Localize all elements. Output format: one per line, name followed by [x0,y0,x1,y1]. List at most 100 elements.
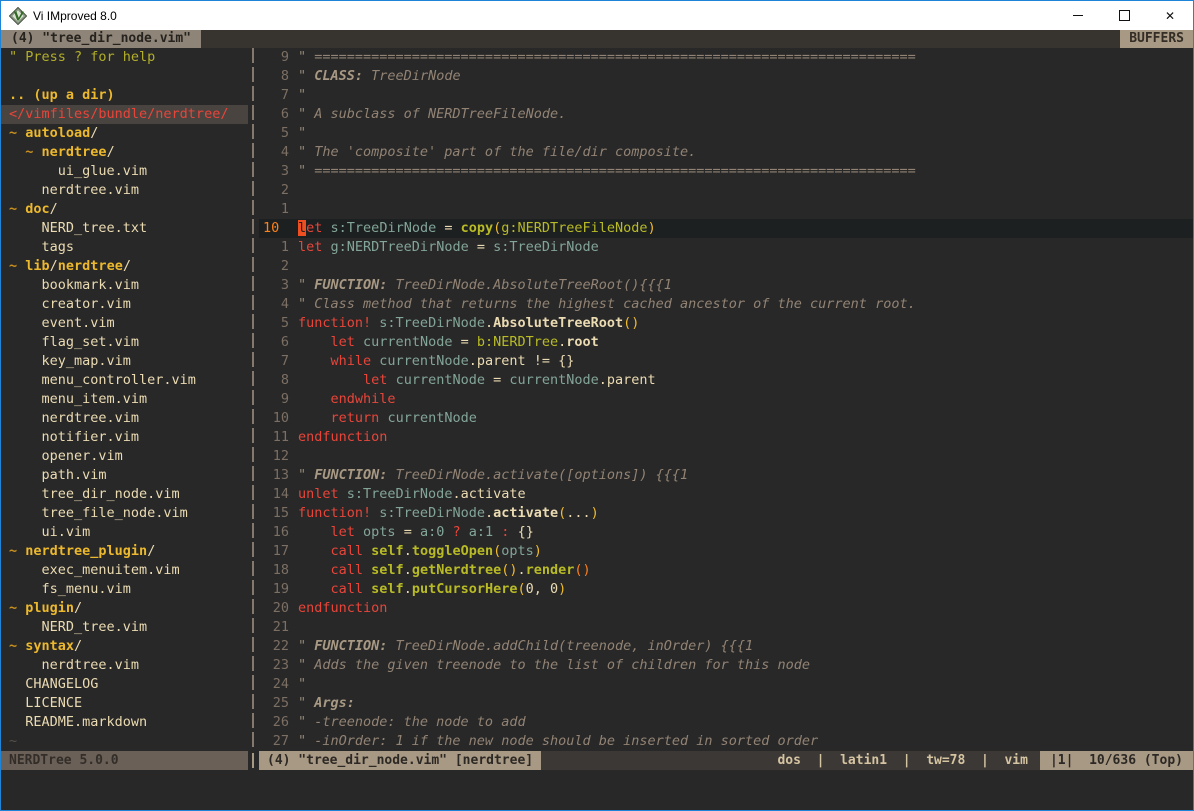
code-line[interactable]: 13" FUNCTION: TreeDirNode.activate([opti… [259,466,1193,485]
code-line[interactable]: 1let g:NERDTreeDirNode = s:TreeDirNode [259,238,1193,257]
code-line[interactable]: 1 [259,200,1193,219]
nerdtree-item[interactable]: ~ plugin/ [1,599,248,618]
code-line[interactable]: 2 [259,181,1193,200]
code-line[interactable]: 4" Class method that returns the highest… [259,295,1193,314]
code-line[interactable]: 27" -inOrder: 1 if the new node should b… [259,732,1193,751]
code-line[interactable]: 25" Args: [259,694,1193,713]
code-line[interactable]: 7 while currentNode.parent != {} [259,352,1193,371]
code-line[interactable]: 18 call self.getNerdtree().render() [259,561,1193,580]
code-token: return [331,410,380,426]
nerdtree-item[interactable]: LICENCE [1,694,248,713]
nerdtree-item[interactable]: bookmark.vim [1,276,248,295]
code-line[interactable]: 21 [259,618,1193,637]
code-token: FUNCTION: [314,467,387,483]
code-line[interactable]: 23" Adds the given treenode to the list … [259,656,1193,675]
code-token: nerdtree [58,258,123,274]
code-token: ... [566,505,590,521]
code-line[interactable]: 19 call self.putCursorHere(0, 0) [259,580,1193,599]
code-token [298,372,363,388]
nerdtree-item[interactable]: README.markdown [1,713,248,732]
nerdtree-item[interactable]: ~ lib/nerdtree/ [1,257,248,276]
code-line[interactable]: 16 let opts = a:0 ? a:1 : {} [259,523,1193,542]
code-line[interactable]: 4" The 'composite' part of the file/dir … [259,143,1193,162]
code-line[interactable]: 10 return currentNode [259,409,1193,428]
code-line[interactable]: 9 endwhile [259,390,1193,409]
code-line[interactable]: 6" A subclass of NERDTreeFileNode. [259,105,1193,124]
code-line[interactable]: 7" [259,86,1193,105]
vim-app-icon [9,7,27,25]
close-button[interactable]: ✕ [1147,1,1193,30]
code-token: nerdtree_plugin [25,543,147,559]
code-token: notifier.vim [9,429,139,445]
nerdtree-item[interactable]: exec_menuitem.vim [1,561,248,580]
nerdtree-item[interactable]: creator.vim [1,295,248,314]
code-token: .. (up a dir) [9,87,115,103]
nerdtree-item[interactable]: nerdtree.vim [1,656,248,675]
nerdtree-item[interactable]: event.vim [1,314,248,333]
code-line[interactable]: 20endfunction [259,599,1193,618]
code-line[interactable]: 22" FUNCTION: TreeDirNode.addChild(treen… [259,637,1193,656]
code-line[interactable]: 11endfunction [259,428,1193,447]
code-line[interactable]: 5" [259,124,1193,143]
code-line[interactable]: 6 let currentNode = b:NERDTree.root [259,333,1193,352]
nerdtree-item[interactable]: menu_item.vim [1,390,248,409]
code-line[interactable]: 2 [259,257,1193,276]
minimize-button[interactable] [1055,1,1101,30]
nerdtree-item[interactable]: </vimfiles/bundle/nerdtree/ [1,105,248,124]
nerdtree-item[interactable]: NERD_tree.txt [1,219,248,238]
code-token: nerdtree.vim [9,182,139,198]
code-line[interactable]: 15function! s:TreeDirNode.activate(...) [259,504,1193,523]
maximize-icon [1119,10,1130,21]
code-token: currentNode [387,410,476,426]
code-line[interactable]: 3" FUNCTION: TreeDirNode.AbsoluteTreeRoo… [259,276,1193,295]
nerdtree-item[interactable]: ui.vim [1,523,248,542]
nerdtree-item[interactable]: ~ nerdtree_plugin/ [1,542,248,561]
line-number: 10 [263,219,289,238]
nerdtree-item[interactable]: ui_glue.vim [1,162,248,181]
nerdtree-statusline: NERDTree 5.0.0 [1,751,248,770]
nerdtree-item[interactable]: tree_dir_node.vim [1,485,248,504]
maximize-button[interactable] [1101,1,1147,30]
nerdtree-item[interactable]: NERD_tree.vim [1,618,248,637]
code-token: LICENCE [9,695,82,711]
nerdtree-item[interactable]: fs_menu.vim [1,580,248,599]
nerdtree-item[interactable]: ~ nerdtree/ [1,143,248,162]
code-line[interactable]: 3" =====================================… [259,162,1193,181]
nerdtree-item[interactable]: ~ syntax/ [1,637,248,656]
nerdtree-item[interactable]: ~ autoload/ [1,124,248,143]
window-vertical-separator[interactable] [248,48,259,751]
nerdtree-item[interactable]: flag_set.vim [1,333,248,352]
nerdtree-item[interactable]: CHANGELOG [1,675,248,694]
code-token: . [404,562,412,578]
nerdtree-item[interactable]: ~ doc/ [1,200,248,219]
nerdtree-item[interactable]: key_map.vim [1,352,248,371]
code-token: ~ [9,258,25,274]
code-line[interactable]: 5function! s:TreeDirNode.AbsoluteTreeRoo… [259,314,1193,333]
code-token: ) [534,543,542,559]
nerdtree-item[interactable]: tree_file_node.vim [1,504,248,523]
nerdtree-item[interactable]: nerdtree.vim [1,181,248,200]
code-token: currentNode [379,353,468,369]
nerdtree-item[interactable]: path.vim [1,466,248,485]
code-token: AbsoluteTreeRoot [493,315,623,331]
code-line[interactable]: 24" [259,675,1193,694]
command-line[interactable] [1,770,1193,810]
code-line[interactable]: 14unlet s:TreeDirNode.activate [259,485,1193,504]
nerdtree-item[interactable]: menu_controller.vim [1,371,248,390]
code-token: ~ [9,543,25,559]
nerdtree-item[interactable]: tags [1,238,248,257]
code-line-current[interactable]: 10let s:TreeDirNode = copy(g:NERDTreeFil… [259,219,1193,238]
code-line[interactable]: 26" -treenode: the node to add [259,713,1193,732]
nerdtree-item[interactable]: nerdtree.vim [1,409,248,428]
nerdtree-item[interactable]: opener.vim [1,447,248,466]
code-line[interactable]: 8" CLASS: TreeDirNode [259,67,1193,86]
code-line[interactable]: 17 call self.toggleOpen(opts) [259,542,1193,561]
nerdtree-item[interactable]: ~ [1,732,248,751]
nerdtree-item[interactable]: .. (up a dir) [1,86,248,105]
code-line[interactable]: 12 [259,447,1193,466]
code-line[interactable]: 8 let currentNode = currentNode.parent [259,371,1193,390]
tab-tree-dir-node[interactable]: (4) "tree_dir_node.vim" [1,30,201,48]
nerdtree-item[interactable]: notifier.vim [1,428,248,447]
code-line[interactable]: 9" =====================================… [259,48,1193,67]
nerdtree-item[interactable]: " Press ? for help [1,48,248,67]
